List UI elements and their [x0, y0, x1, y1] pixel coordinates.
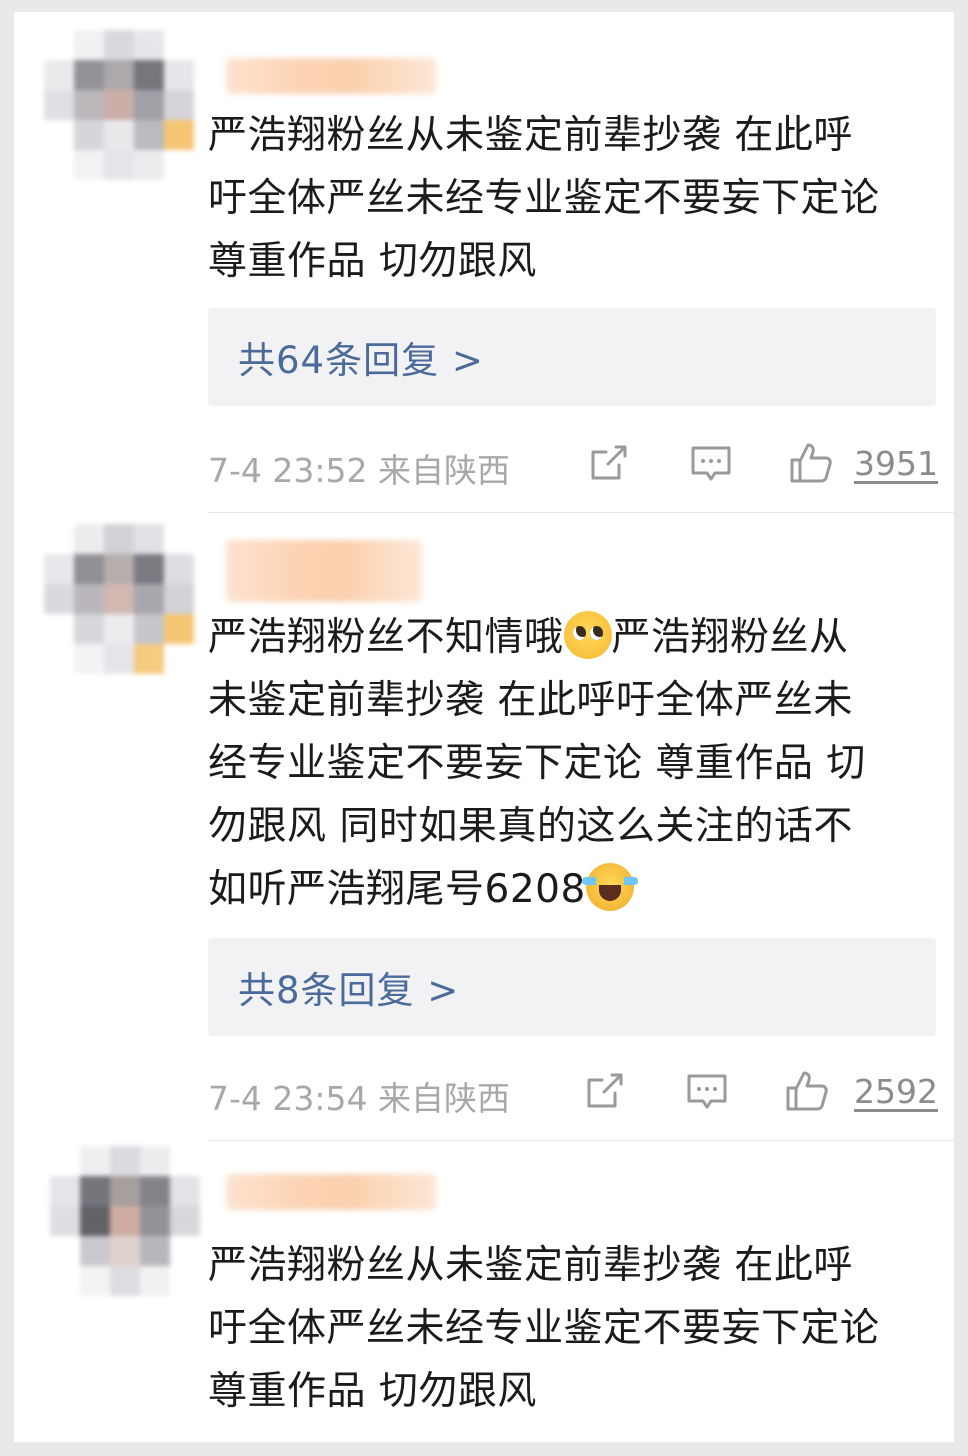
comment-icon[interactable]	[688, 440, 734, 486]
crying-face-emoji	[581, 863, 638, 911]
like-count[interactable]: 2592	[854, 1072, 938, 1111]
replies-link[interactable]: 共64条回复 >	[208, 308, 936, 406]
divider	[208, 512, 954, 513]
thumbs-up-icon[interactable]	[788, 440, 834, 486]
replies-count-label: 共8条回复 >	[238, 969, 460, 1012]
like-count[interactable]: 3951	[854, 444, 938, 483]
comment-text: 严浩翔粉丝从未鉴定前辈抄袭 在此呼 吁全体严丝未经专业鉴定不要妄下定论 尊重作品…	[208, 113, 880, 284]
avatar[interactable]	[44, 30, 194, 180]
avatar[interactable]	[50, 1146, 200, 1296]
replies-count-label: 共64条回复 >	[238, 339, 484, 382]
comment-text-part: 严浩翔粉丝不知情哦	[208, 615, 564, 660]
comment-meta: 7-4 23:52 来自陕西 3951	[208, 438, 938, 490]
thumbs-up-icon[interactable]	[784, 1068, 830, 1114]
comment-text: 严浩翔粉丝从未鉴定前辈抄袭 在此呼 吁全体严丝未经专业鉴定不要妄下定论 尊重作品…	[208, 1243, 880, 1414]
pleading-face-emoji	[563, 611, 612, 659]
username[interactable]	[226, 540, 422, 602]
replies-link[interactable]: 共8条回复 >	[208, 938, 936, 1036]
username[interactable]	[226, 1174, 436, 1210]
comment-icon[interactable]	[684, 1068, 730, 1114]
divider	[208, 1140, 954, 1141]
share-icon[interactable]	[586, 440, 632, 486]
timestamp-location: 7-4 23:54 来自陕西	[208, 1079, 510, 1118]
timestamp-location: 7-4 23:52 来自陕西	[208, 451, 510, 490]
comment-text: 严浩翔粉丝不知情哦 严浩翔粉丝从 未鉴定前辈抄袭 在此呼吁全体严丝未 经专业鉴定不…	[208, 606, 948, 921]
comment-list: 严浩翔粉丝从未鉴定前辈抄袭 在此呼 吁全体严丝未经专业鉴定不要妄下定论 尊重作品…	[14, 12, 954, 1442]
share-icon[interactable]	[582, 1068, 628, 1114]
comment-meta: 7-4 23:54 来自陕西 2592	[208, 1066, 938, 1118]
avatar[interactable]	[44, 524, 194, 674]
username[interactable]	[226, 58, 436, 94]
